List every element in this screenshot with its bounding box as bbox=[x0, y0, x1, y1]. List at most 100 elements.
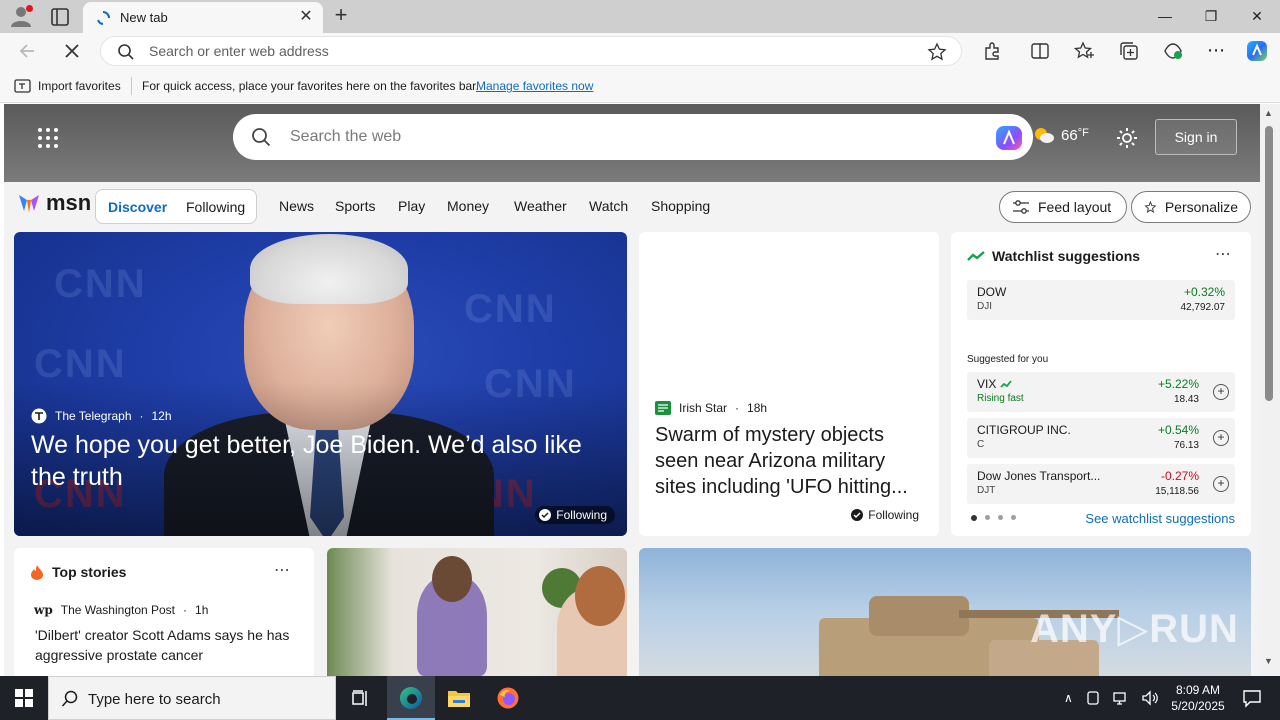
task-view-button[interactable] bbox=[336, 676, 384, 720]
watchlist-more-icon[interactable]: ⋯ bbox=[1215, 244, 1231, 264]
split-screen-icon[interactable] bbox=[1029, 40, 1051, 62]
extensions-icon[interactable] bbox=[981, 40, 1003, 62]
minimize-button[interactable]: — bbox=[1142, 0, 1188, 32]
hero-headline[interactable]: We hope you get better, Joe Biden. We’d … bbox=[31, 429, 601, 493]
tab-close-icon[interactable]: ✕ bbox=[297, 8, 315, 26]
msn-new-tab-page: 66°F Sign in msn Discover Following News… bbox=[4, 104, 1260, 676]
msn-logo[interactable]: msn bbox=[16, 190, 91, 216]
search-icon bbox=[61, 690, 78, 707]
notification-icon bbox=[1243, 690, 1261, 708]
add-to-watchlist-icon[interactable]: + bbox=[1213, 384, 1229, 400]
top-stories-card: Top stories ⋯ wp The Washington Post · 1… bbox=[14, 548, 314, 676]
stock-price: 42,792.07 bbox=[1180, 302, 1226, 313]
stock-status: Rising fast bbox=[977, 393, 1024, 404]
top-story-headline[interactable]: 'Dilbert' creator Scott Adams says he ha… bbox=[35, 625, 303, 665]
temperature-value: 66 bbox=[1061, 126, 1078, 144]
stock-symbol: CITIGROUP INC. bbox=[977, 423, 1071, 437]
restore-button[interactable]: ❐ bbox=[1188, 0, 1234, 32]
nav-link-play[interactable]: Play bbox=[398, 198, 425, 214]
carousel-dot[interactable] bbox=[998, 515, 1003, 520]
close-window-button[interactable]: ✕ bbox=[1234, 0, 1280, 32]
stock-symbol: VIX bbox=[977, 377, 1012, 391]
watchlist-row[interactable]: Dow Jones Transport... DJT -0.27% 15,118… bbox=[967, 464, 1235, 504]
scroll-down-arrow-icon[interactable]: ▼ bbox=[1264, 656, 1273, 666]
tab-actions-icon[interactable] bbox=[48, 6, 72, 28]
watchlist-row[interactable]: VIX Rising fast +5.22% 18.43 + bbox=[967, 372, 1235, 412]
top-stories-more-icon[interactable]: ⋯ bbox=[274, 560, 290, 580]
apps-launcher-icon[interactable] bbox=[36, 126, 60, 150]
news-card[interactable]: Irish Star · 18h Swarm of mystery object… bbox=[639, 232, 939, 536]
taskbar-clock[interactable]: 8:09 AM 5/20/2025 bbox=[1160, 682, 1236, 714]
import-favorites-button[interactable]: Import favorites bbox=[14, 78, 121, 94]
carousel-dot[interactable] bbox=[1011, 515, 1016, 520]
network-icon[interactable] bbox=[1113, 690, 1129, 706]
start-button[interactable] bbox=[0, 676, 48, 720]
volume-icon[interactable] bbox=[1141, 690, 1159, 706]
action-center-button[interactable] bbox=[1232, 676, 1272, 720]
web-search-box[interactable] bbox=[233, 114, 1033, 160]
nav-link-watch[interactable]: Watch bbox=[589, 198, 628, 214]
device-icon[interactable] bbox=[1085, 690, 1101, 706]
settings-more-icon[interactable]: ⋯ bbox=[1205, 40, 1227, 62]
stock-change: -0.27% bbox=[1160, 469, 1199, 483]
taskbar-search-box[interactable]: Type here to search bbox=[48, 676, 336, 720]
show-hidden-icons-icon[interactable]: ∧ bbox=[1064, 691, 1073, 705]
scrollbar-thumb[interactable] bbox=[1265, 126, 1273, 401]
browser-essentials-icon[interactable] bbox=[1162, 40, 1184, 62]
see-watchlist-suggestions-link[interactable]: See watchlist suggestions bbox=[1085, 511, 1235, 526]
collections-icon[interactable] bbox=[1118, 40, 1140, 62]
address-bar[interactable] bbox=[100, 36, 962, 66]
feed-layout-button[interactable]: Feed layout bbox=[999, 191, 1127, 223]
watchlist-card: Watchlist suggestions ⋯ DOW DJI +0.32% 4… bbox=[951, 232, 1251, 536]
page-scrollbar[interactable]: ▲ ▼ bbox=[1260, 104, 1280, 676]
scroll-up-arrow-icon[interactable]: ▲ bbox=[1264, 108, 1273, 118]
tab-title: New tab bbox=[120, 10, 168, 25]
new-tab-button[interactable]: + bbox=[330, 4, 352, 27]
nav-link-money[interactable]: Money bbox=[447, 198, 489, 214]
carousel-dots[interactable] bbox=[971, 515, 1016, 521]
nav-link-sports[interactable]: Sports bbox=[335, 198, 375, 214]
edge-browser-icon bbox=[400, 687, 422, 709]
taskbar-file-explorer-button[interactable] bbox=[435, 676, 483, 720]
background-pattern: CNN bbox=[464, 287, 557, 331]
carousel-dot[interactable] bbox=[985, 515, 990, 520]
stop-loading-icon[interactable] bbox=[60, 40, 84, 62]
msn-butterfly-icon bbox=[19, 195, 39, 213]
nav-link-news[interactable]: News bbox=[279, 198, 314, 214]
profile-icon[interactable] bbox=[8, 4, 34, 28]
stock-price: 18.43 bbox=[1173, 394, 1199, 405]
stock-symbol: Dow Jones Transport... bbox=[977, 469, 1101, 483]
add-to-watchlist-icon[interactable]: + bbox=[1213, 430, 1229, 446]
favorites-icon[interactable] bbox=[1073, 40, 1095, 62]
favorite-star-icon[interactable] bbox=[927, 42, 947, 62]
hero-following-label: Following bbox=[556, 508, 607, 522]
sparkle-star-icon bbox=[1144, 200, 1157, 214]
copilot-icon[interactable] bbox=[1244, 38, 1270, 64]
add-to-watchlist-icon[interactable]: + bbox=[1213, 476, 1229, 492]
nav-link-shopping[interactable]: Shopping bbox=[651, 198, 710, 214]
taskbar-firefox-button[interactable] bbox=[484, 676, 532, 720]
taskbar-edge-button[interactable] bbox=[387, 676, 435, 720]
web-search-input[interactable] bbox=[288, 127, 928, 147]
carousel-dot[interactable] bbox=[971, 515, 977, 521]
address-input[interactable] bbox=[147, 41, 907, 61]
back-icon[interactable] bbox=[16, 40, 40, 62]
image-news-card[interactable] bbox=[327, 548, 627, 676]
card2-following-badge[interactable]: Following bbox=[847, 506, 927, 524]
hero-news-card[interactable]: CNN CNN CNN CNN CNN CNN The Telegraph · … bbox=[14, 232, 627, 536]
nav-link-weather[interactable]: Weather bbox=[514, 198, 567, 214]
tab-new-tab[interactable]: New tab ✕ bbox=[83, 2, 323, 33]
tab-discover[interactable]: Discover bbox=[108, 199, 167, 215]
watchlist-row[interactable]: DOW DJI +0.32% 42,792.07 bbox=[967, 280, 1235, 320]
tab-following[interactable]: Following bbox=[186, 199, 245, 215]
watchlist-row[interactable]: CITIGROUP INC. C +0.54% 76.13 + bbox=[967, 418, 1235, 458]
manage-favorites-link[interactable]: Manage favorites now bbox=[476, 79, 593, 93]
sign-in-button[interactable]: Sign in bbox=[1155, 119, 1237, 155]
card2-headline[interactable]: Swarm of mystery objects seen near Arizo… bbox=[655, 422, 927, 500]
weather-widget[interactable]: 66°F bbox=[1033, 126, 1089, 144]
page-settings-icon[interactable] bbox=[1115, 126, 1139, 150]
hero-following-badge[interactable]: Following bbox=[535, 506, 615, 524]
copilot-search-icon[interactable] bbox=[994, 124, 1024, 152]
search-icon bbox=[118, 44, 134, 60]
personalize-button[interactable]: Personalize bbox=[1131, 191, 1251, 223]
